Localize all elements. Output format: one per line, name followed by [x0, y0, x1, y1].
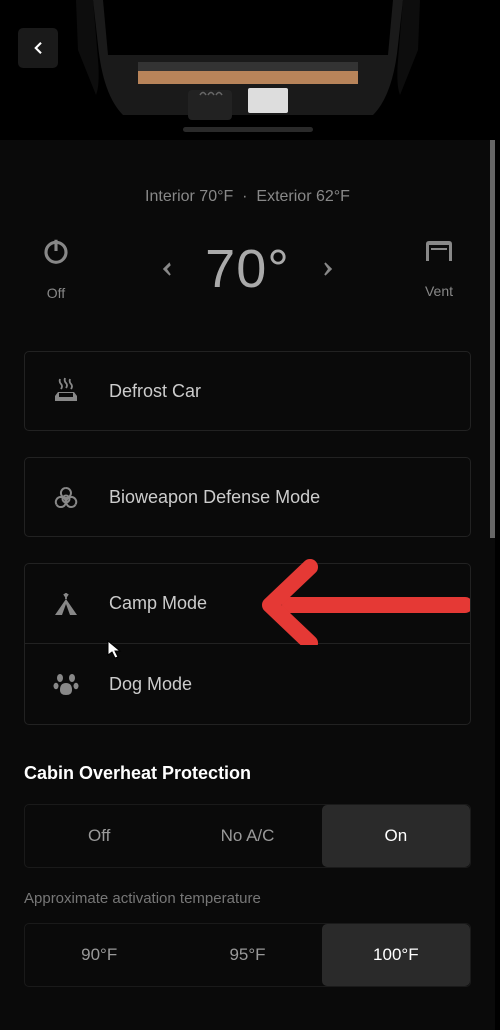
chevron-left-icon — [157, 259, 177, 279]
biohazard-icon — [51, 482, 81, 512]
dog-mode-button[interactable]: Dog Mode — [25, 644, 470, 724]
cabin-overheat-segment: Off No A/C On — [24, 804, 471, 868]
temperature-status: Interior 70°F · Exterior 62°F — [0, 188, 495, 206]
chevron-right-icon — [318, 259, 338, 279]
paw-icon — [51, 669, 81, 699]
dog-mode-label: Dog Mode — [109, 674, 192, 695]
cabin-overheat-off[interactable]: Off — [25, 805, 173, 867]
activation-temp-90[interactable]: 90°F — [25, 924, 173, 986]
activation-temp-100[interactable]: 100°F — [322, 924, 470, 986]
interior-temp: Interior 70°F — [145, 188, 233, 205]
cabin-overheat-title: Cabin Overheat Protection — [24, 763, 471, 784]
activation-temp-95[interactable]: 95°F — [173, 924, 321, 986]
camp-mode-button[interactable]: Camp Mode — [25, 564, 470, 644]
tent-icon — [51, 589, 81, 619]
activation-temp-label: Approximate activation temperature — [24, 890, 471, 907]
climate-off-button[interactable]: Off — [28, 236, 84, 301]
defrost-icon — [51, 376, 81, 406]
back-button[interactable] — [18, 28, 58, 68]
car-illustration-icon — [48, 0, 448, 140]
vent-icon — [423, 238, 455, 264]
vent-button[interactable]: Vent — [411, 238, 467, 299]
defrost-car-button[interactable]: Defrost Car — [24, 351, 471, 431]
defrost-label: Defrost Car — [109, 381, 201, 402]
temp-increase-button[interactable] — [318, 259, 338, 279]
bioweapon-defense-button[interactable]: Bioweapon Defense Mode — [24, 457, 471, 537]
vent-label: Vent — [425, 283, 453, 299]
drag-handle[interactable] — [183, 127, 313, 132]
power-icon — [41, 236, 71, 266]
bioweapon-label: Bioweapon Defense Mode — [109, 487, 320, 508]
activation-temp-segment: 90°F 95°F 100°F — [24, 923, 471, 987]
exterior-temp: Exterior 62°F — [256, 188, 350, 205]
temperature-setpoint: 70° — [205, 238, 290, 300]
cabin-overheat-on[interactable]: On — [322, 805, 470, 867]
car-top-view — [0, 0, 495, 140]
cabin-overheat-no-ac[interactable]: No A/C — [173, 805, 321, 867]
camp-mode-label: Camp Mode — [109, 593, 207, 614]
off-label: Off — [47, 285, 65, 301]
chevron-left-icon — [29, 39, 47, 57]
temp-decrease-button[interactable] — [157, 259, 177, 279]
